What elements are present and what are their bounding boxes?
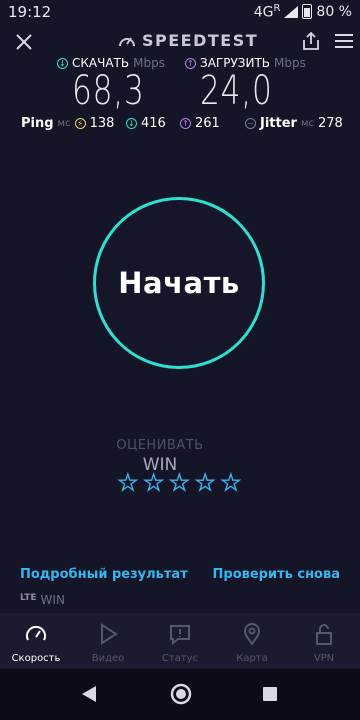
ping-idle: Ping мс ⚡ 138 xyxy=(21,116,115,131)
start-button-label: Начать xyxy=(118,266,240,300)
status-time: 19:12 xyxy=(8,3,52,21)
jitter-icon: ~ xyxy=(245,118,256,129)
status-bar: 19:12 4GR 80 % xyxy=(0,0,360,24)
speedometer-logo-icon xyxy=(119,36,135,46)
bottom-nav: Скорость Видео Статус Карта VPN xyxy=(0,613,360,669)
rating-stars: ★ ★ ★ ★ ★ xyxy=(117,472,241,495)
start-button[interactable]: Начать xyxy=(93,197,265,369)
idle-latency-icon: ⚡ xyxy=(74,118,86,129)
upload-value: 24,0 xyxy=(200,68,273,114)
home-icon[interactable] xyxy=(170,683,192,705)
share-icon[interactable] xyxy=(300,30,322,52)
download-value: 68,3 xyxy=(72,68,145,114)
connection-type: LTE xyxy=(20,593,37,603)
signal-icon xyxy=(284,5,299,18)
upload-arrow-icon: ↑ xyxy=(185,57,196,69)
system-nav-bar xyxy=(0,669,360,720)
star-icon[interactable]: ★ xyxy=(195,472,216,495)
nav-status[interactable]: Статус xyxy=(144,613,216,669)
close-icon[interactable] xyxy=(12,30,36,54)
star-icon[interactable]: ★ xyxy=(169,472,190,495)
jitter: ~ Jitter мс 278 xyxy=(245,116,343,131)
network-type: 4GR xyxy=(253,3,281,21)
rate-title: ОЦЕНИВАТЬ xyxy=(116,438,204,453)
download-arrow-icon: ↓ xyxy=(57,57,68,69)
star-icon[interactable]: ★ xyxy=(220,472,241,495)
nav-video[interactable]: Видео xyxy=(72,613,144,669)
battery-level: 80 % xyxy=(316,3,352,20)
lock-icon xyxy=(316,624,332,645)
ping-row: Ping мс ⚡ 138 ↓ 416 ↑ 261 ~ Jitter мс 27… xyxy=(0,116,360,136)
recent-apps-icon[interactable] xyxy=(262,686,278,702)
speedometer-icon xyxy=(26,625,46,641)
menu-icon[interactable] xyxy=(333,32,355,50)
brand-name: SPEEDTEST xyxy=(142,31,259,50)
star-icon[interactable]: ★ xyxy=(117,472,138,495)
status-icons: 4GR 80 % xyxy=(254,3,352,21)
download-latency-icon: ↓ xyxy=(126,118,137,129)
connection-provider: WIN xyxy=(40,593,65,607)
ping-download: ↓ 416 xyxy=(126,116,166,131)
connection-info: LTE WIN xyxy=(20,593,65,607)
back-icon[interactable] xyxy=(80,685,98,703)
app-brand: SPEEDTEST xyxy=(118,31,258,50)
ping-upload: ↑ 261 xyxy=(180,116,220,131)
upload-latency-icon: ↑ xyxy=(180,118,191,129)
star-icon[interactable]: ★ xyxy=(143,472,164,495)
map-pin-icon xyxy=(243,623,261,646)
battery-icon xyxy=(302,4,313,20)
test-again-link[interactable]: Проверить снова xyxy=(213,567,340,582)
nav-speed[interactable]: Скорость xyxy=(0,613,72,669)
details-link[interactable]: Подробный результат xyxy=(20,567,188,582)
play-icon xyxy=(101,623,118,645)
alert-icon xyxy=(170,625,190,646)
nav-map[interactable]: Карта xyxy=(216,613,288,669)
nav-vpn[interactable]: VPN xyxy=(288,613,360,669)
